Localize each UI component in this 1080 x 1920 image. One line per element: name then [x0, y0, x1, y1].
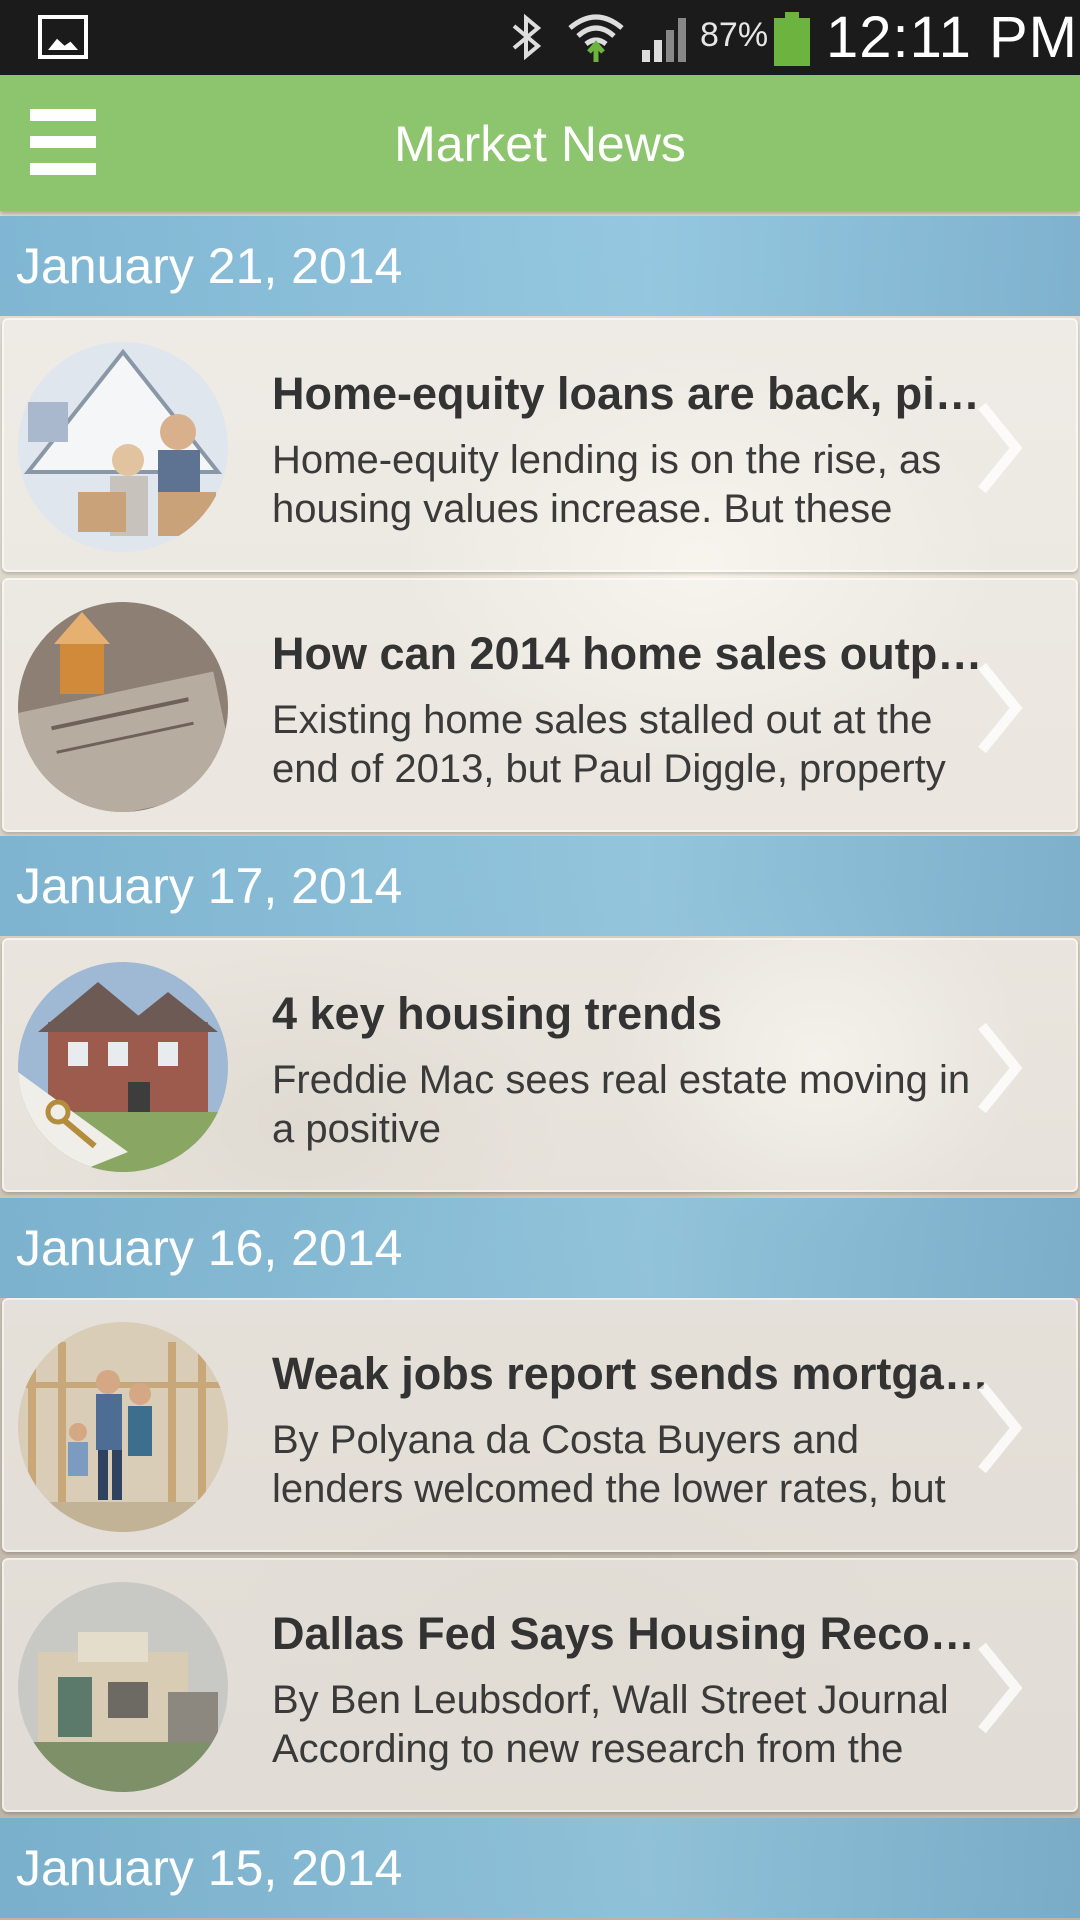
news-item[interactable]: How can 2014 home sales outp… Existing h… — [2, 578, 1078, 832]
news-thumbnail — [18, 1582, 228, 1792]
clock: 12:11 PM — [826, 5, 1078, 70]
news-summary: Freddie Mac sees real estate moving in a… — [272, 1058, 971, 1151]
chevron-right-icon — [978, 1642, 1023, 1734]
status-bar: 87% 12:11 PM — [0, 0, 1080, 75]
date-header: January 21, 2014 — [0, 216, 1080, 316]
news-item[interactable]: Weak jobs report sends mortga… By Polyan… — [2, 1298, 1078, 1552]
news-title: Weak jobs report sends mortga… — [272, 1348, 989, 1399]
bluetooth-icon — [505, 10, 549, 64]
wifi-icon — [566, 10, 626, 64]
news-summary: Existing home sales stalled out at the e… — [272, 698, 946, 791]
chevron-right-icon — [978, 1382, 1023, 1474]
date-header: January 17, 2014 — [0, 836, 1080, 936]
date-header: January 16, 2014 — [0, 1198, 1080, 1298]
news-thumbnail — [18, 962, 228, 1172]
news-summary: By Ben Leubsdorf, Wall Street Journal Ac… — [272, 1678, 949, 1771]
news-item[interactable]: Dallas Fed Says Housing Recov… By Ben Le… — [2, 1558, 1078, 1812]
news-thumbnail — [18, 1322, 228, 1532]
gallery-notification-icon — [38, 15, 88, 59]
news-title: Home-equity loans are back, pi… — [272, 368, 980, 419]
news-title: 4 key housing trends — [272, 988, 723, 1039]
news-thumbnail — [18, 602, 228, 812]
chevron-right-icon — [978, 402, 1023, 494]
chevron-right-icon — [978, 1022, 1023, 1114]
news-item[interactable]: 4 key housing trends Freddie Mac sees re… — [2, 938, 1078, 1192]
battery-icon — [774, 12, 810, 66]
news-title: Dallas Fed Says Housing Recov… — [272, 1608, 992, 1659]
news-title: How can 2014 home sales outp… — [272, 628, 983, 679]
signal-icon — [640, 10, 696, 64]
page-title: Market News — [394, 116, 686, 172]
news-item[interactable]: Home-equity loans are back, pi… Home-equ… — [2, 318, 1078, 572]
news-summary: Home-equity lending is on the rise, as h… — [272, 438, 942, 531]
app-bar: Market News — [0, 75, 1080, 211]
battery-percent: 87% — [700, 16, 769, 54]
news-summary: By Polyana da Costa Buyers and lenders w… — [272, 1418, 946, 1511]
date-header: January 15, 2014 — [0, 1818, 1080, 1918]
chevron-right-icon — [978, 662, 1023, 754]
news-thumbnail — [18, 342, 228, 552]
